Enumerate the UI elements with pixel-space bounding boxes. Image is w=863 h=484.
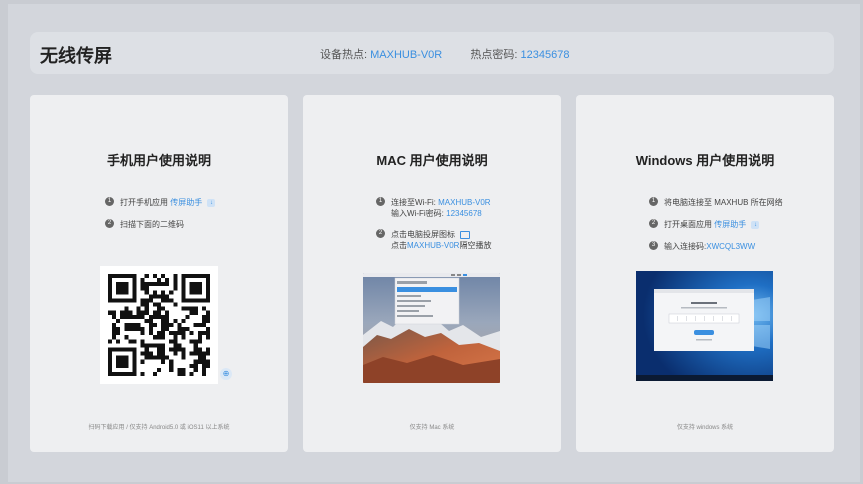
card-title: 手机用户使用说明 [106, 153, 211, 168]
step-text: 隔空播放 [459, 241, 492, 250]
card-title: MAC 用户使用说明 [376, 153, 488, 168]
connection-code: XWCQL3WW [706, 242, 756, 251]
password-value: 12345678 [520, 49, 570, 61]
wifi-name: MAXHUB-V0R [438, 198, 491, 207]
airplay-icon [460, 230, 471, 239]
windows-instructions-card: Windows 用户使用说明 1 将电脑连接至 MAXHUB 所在网络 2 打开… [576, 95, 834, 452]
windows-screenshot [636, 271, 773, 381]
step-number: 1 [105, 197, 114, 206]
hotspot-info: 设备热点: MAXHUB-V0R 热点密码: 12345678 [320, 46, 569, 62]
qr-code-image [108, 274, 210, 376]
card-footer: 仅支持 Mac 系统 [409, 425, 455, 431]
step-number: 1 [649, 197, 658, 206]
step-text: 输入连接码: [664, 242, 707, 251]
step-number: 3 [649, 241, 658, 250]
password-label: 热点密码: [470, 49, 518, 61]
step-text: 输入Wi-Fi密码: [391, 209, 444, 218]
header-bar: 无线传屏 设备热点: MAXHUB-V0R 热点密码: 12345678 [30, 32, 834, 74]
step-number: 2 [105, 219, 114, 228]
step-number: 2 [649, 219, 658, 228]
step-text: 连接至Wi-Fi: [391, 198, 436, 207]
step-number: 1 [376, 197, 385, 206]
step-2: 2 点击电脑投屏图标 点击MAXHUB-V0R隔空播放 [376, 229, 491, 251]
download-icon[interactable]: ↓ [751, 220, 760, 229]
mac-instructions-card: MAC 用户使用说明 1 连接至Wi-Fi: MAXHUB-V0R 输入Wi-F… [303, 95, 561, 452]
download-icon[interactable]: ↓ [207, 198, 216, 207]
card-footer: 仅支持 windows 系统 [676, 425, 734, 431]
step-text: 扫描下面的二维码 [120, 220, 184, 229]
page-title: 无线传屏 [40, 46, 112, 66]
step-text: 将电脑连接至 MAXHUB 所在网络 [664, 198, 783, 207]
zoom-icon[interactable]: ⊕ [220, 368, 232, 380]
step-3: 3 输入连接码:XWCQL3WW [649, 241, 755, 252]
step-text: 打开手机应用 [120, 198, 168, 207]
card-footer: 扫码下载应用 / 仅支持 Android5.0 或 iOS11 以上系统 [88, 425, 230, 431]
step-1: 1 打开手机应用 传屏助手 ↓ [105, 197, 216, 208]
step-text: 点击 [391, 241, 407, 250]
step-1: 1 将电脑连接至 MAXHUB 所在网络 [649, 197, 783, 208]
step-number: 2 [376, 229, 385, 238]
card-title: Windows 用户使用说明 [635, 153, 775, 168]
hotspot-label: 设备热点: [320, 49, 368, 61]
wifi-password: 12345678 [446, 209, 482, 218]
mobile-instructions-card: 手机用户使用说明 1 打开手机应用 传屏助手 ↓ 2 扫描下面的二维码 ⊕ 扫码… [30, 95, 288, 452]
step-text: 打开桌面应用 [664, 220, 712, 229]
device-link: MAXHUB-V0R [407, 241, 460, 250]
qr-code [100, 266, 218, 384]
step-text: 点击电脑投屏图标 [391, 230, 455, 239]
app-link[interactable]: 传屏助手 [170, 198, 202, 207]
step-1: 1 连接至Wi-Fi: MAXHUB-V0R 输入Wi-Fi密码: 123456… [376, 197, 491, 219]
mac-screenshot [363, 273, 500, 383]
step-2: 2 打开桌面应用 传屏助手 ↓ [649, 219, 760, 230]
app-link[interactable]: 传屏助手 [714, 220, 746, 229]
step-2: 2 扫描下面的二维码 [105, 219, 184, 230]
hotspot-value: MAXHUB-V0R [370, 49, 443, 61]
